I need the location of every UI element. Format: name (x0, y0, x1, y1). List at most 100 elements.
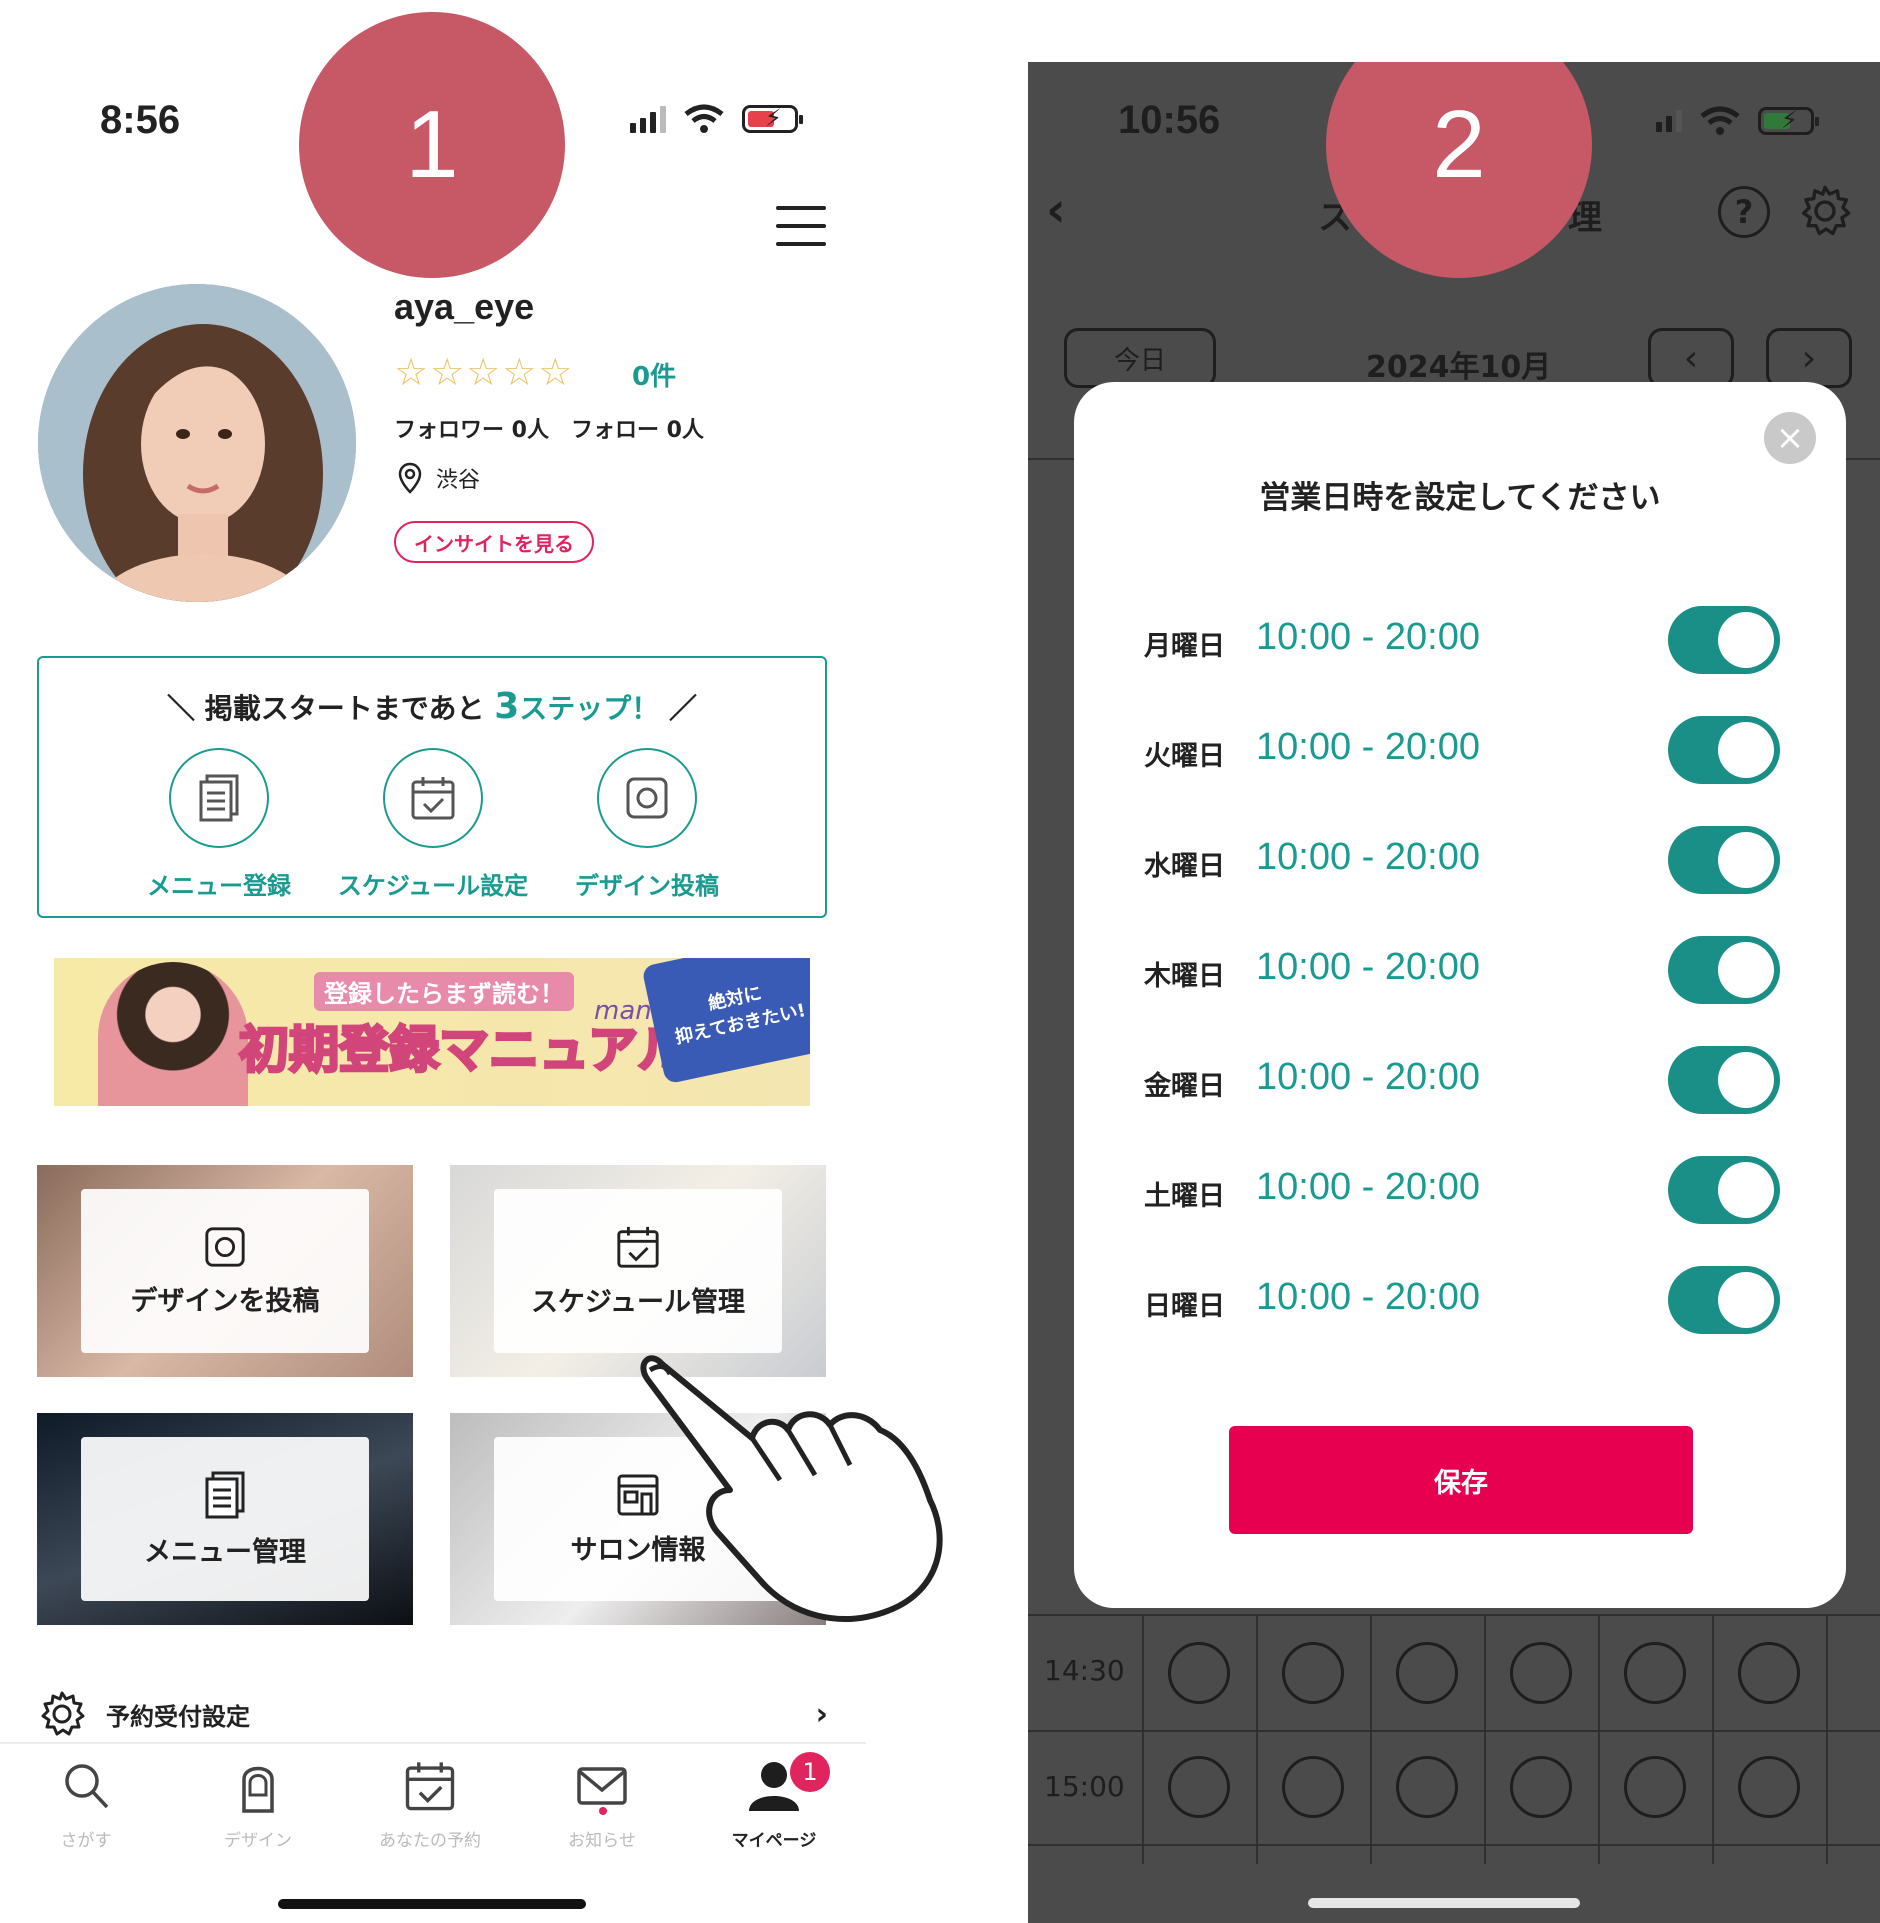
status-icons: ⚡ (1656, 106, 1819, 136)
time-slot-circle[interactable] (1168, 1642, 1230, 1704)
day-label: 木曜日 (1144, 961, 1225, 992)
unread-dot (599, 1807, 607, 1815)
grid-line (1370, 1614, 1372, 1864)
avatar (38, 284, 356, 602)
hours-value[interactable]: 10:00 - 20:00 (1256, 836, 1480, 879)
insight-button[interactable]: インサイトを見る (394, 521, 594, 563)
step-design-post[interactable]: デザイン投稿 (537, 748, 757, 901)
hours-value[interactable]: 10:00 - 20:00 (1256, 946, 1480, 989)
tile-design-post[interactable]: デザインを投稿 (37, 1165, 413, 1377)
time-slot-label: 15:00 (1044, 1770, 1125, 1803)
grid-line (1256, 1614, 1258, 1864)
day-toggle[interactable] (1668, 1266, 1780, 1334)
tab-notifications[interactable]: お知らせ (516, 1756, 688, 1851)
tile-label: メニュー管理 (144, 1536, 306, 1568)
right-phone-screen: 10:56 ⚡ 2 ‹ ス 理 ? 今日 2024年10月 ‹ › 14:30 … (1028, 62, 1880, 1923)
save-button[interactable]: 保存 (1229, 1426, 1693, 1534)
home-indicator[interactable] (278, 1899, 586, 1909)
tab-label: さがす (60, 1831, 112, 1851)
time-slot-circle[interactable] (1510, 1756, 1572, 1818)
hours-value[interactable]: 10:00 - 20:00 (1256, 726, 1480, 769)
review-count[interactable]: 0件 (632, 356, 676, 393)
steps-title-end: ／ (659, 692, 698, 725)
wifi-icon (1700, 106, 1740, 135)
tab-label: マイページ (731, 1831, 817, 1851)
tab-mypage[interactable]: マイページ (688, 1756, 860, 1851)
time-slot-circle[interactable] (1282, 1642, 1344, 1704)
day-row: 月曜日 10:00 - 20:00 (1074, 604, 1846, 678)
day-row: 水曜日 10:00 - 20:00 (1074, 824, 1846, 898)
mail-icon (577, 1767, 627, 1805)
business-hours-modal: × 営業日時を設定してください 月曜日 10:00 - 20:00 火曜日 10… (1074, 382, 1846, 1608)
battery-icon: ⚡ (742, 104, 803, 133)
day-toggle[interactable] (1668, 1156, 1780, 1224)
hours-value[interactable]: 10:00 - 20:00 (1256, 1056, 1480, 1099)
hamburger-menu-icon[interactable] (776, 206, 826, 246)
day-toggle[interactable] (1668, 606, 1780, 674)
tile-label: デザインを投稿 (130, 1285, 320, 1317)
time-slot-circle[interactable] (1738, 1642, 1800, 1704)
grid-line (1028, 1730, 1880, 1732)
hours-value[interactable]: 10:00 - 20:00 (1256, 1166, 1480, 1209)
tile-label: スケジュール管理 (530, 1286, 746, 1318)
time-slot-circle[interactable] (1624, 1756, 1686, 1818)
help-icon[interactable]: ? (1718, 186, 1770, 238)
rating-stars: ☆☆☆☆☆ (394, 350, 575, 394)
gear-icon[interactable] (1798, 184, 1852, 238)
prev-month-button[interactable]: ‹ (1648, 328, 1734, 388)
time-slot-circle[interactable] (1282, 1756, 1344, 1818)
battery-icon: ⚡ (1758, 106, 1819, 135)
notification-badge: 1 (790, 1752, 830, 1792)
day-row: 火曜日 10:00 - 20:00 (1074, 714, 1846, 788)
month-label: 2024年10月 (1366, 350, 1552, 385)
follow-counts[interactable]: フォロワー 0人 フォロー 0人 (394, 412, 704, 444)
hours-value[interactable]: 10:00 - 20:00 (1256, 616, 1480, 659)
back-chevron-icon[interactable]: ‹ (1046, 182, 1066, 238)
day-toggle[interactable] (1668, 716, 1780, 784)
day-toggle[interactable] (1668, 1046, 1780, 1114)
time-slot-circle[interactable] (1510, 1642, 1572, 1704)
step-badge-1: 1 (299, 12, 565, 278)
status-icons: ⚡ (630, 104, 803, 134)
chevron-right-icon: › (815, 1696, 828, 1732)
grid-line (1028, 1844, 1880, 1846)
tab-reservations[interactable]: あなたの予約 (344, 1756, 516, 1851)
tab-search[interactable]: さがす (0, 1756, 172, 1851)
next-month-button[interactable]: › (1766, 328, 1852, 388)
tab-label: お知らせ (568, 1831, 636, 1851)
divider (0, 1742, 866, 1744)
step-badge-2: 2 (1326, 62, 1592, 278)
time-slot-circle[interactable] (1624, 1642, 1686, 1704)
time-slot-circle[interactable] (1396, 1642, 1458, 1704)
signal-icon (1656, 110, 1682, 132)
step-label: メニュー登録 (147, 872, 291, 900)
grid-line (1712, 1614, 1714, 1864)
day-toggle[interactable] (1668, 826, 1780, 894)
step-menu-register[interactable]: メニュー登録 (109, 748, 329, 901)
location-pin-icon (398, 462, 422, 494)
tab-label: あなたの予約 (379, 1831, 481, 1851)
reservation-settings-row[interactable]: 予約受付設定 › (38, 1688, 828, 1740)
step-schedule-setting[interactable]: スケジュール設定 (323, 748, 543, 901)
grid-line (1826, 1614, 1828, 1864)
grid-line (1598, 1614, 1600, 1864)
status-time: 10:56 (1118, 98, 1221, 142)
banner-model-image (98, 962, 248, 1106)
location: 渋谷 (398, 462, 480, 494)
day-toggle[interactable] (1668, 936, 1780, 1004)
tab-design[interactable]: デザイン (172, 1756, 344, 1851)
close-icon[interactable]: × (1764, 412, 1816, 464)
home-indicator[interactable] (1308, 1898, 1580, 1908)
time-slot-circle[interactable] (1738, 1756, 1800, 1818)
step-label: デザイン投稿 (575, 872, 719, 900)
hours-value[interactable]: 10:00 - 20:00 (1256, 1276, 1480, 1319)
tile-menu-manage[interactable]: メニュー管理 (37, 1413, 413, 1625)
document-icon (205, 1471, 245, 1518)
avatar-image (38, 284, 356, 602)
grid-line (1484, 1614, 1486, 1864)
signal-icon (630, 105, 666, 133)
manual-banner[interactable]: 登録したらまず読む！ 初期登録マニュアル manual 絶対に 抑えておきたい! (54, 958, 810, 1106)
time-slot-circle[interactable] (1168, 1756, 1230, 1818)
today-button[interactable]: 今日 (1064, 328, 1216, 388)
time-slot-circle[interactable] (1396, 1756, 1458, 1818)
